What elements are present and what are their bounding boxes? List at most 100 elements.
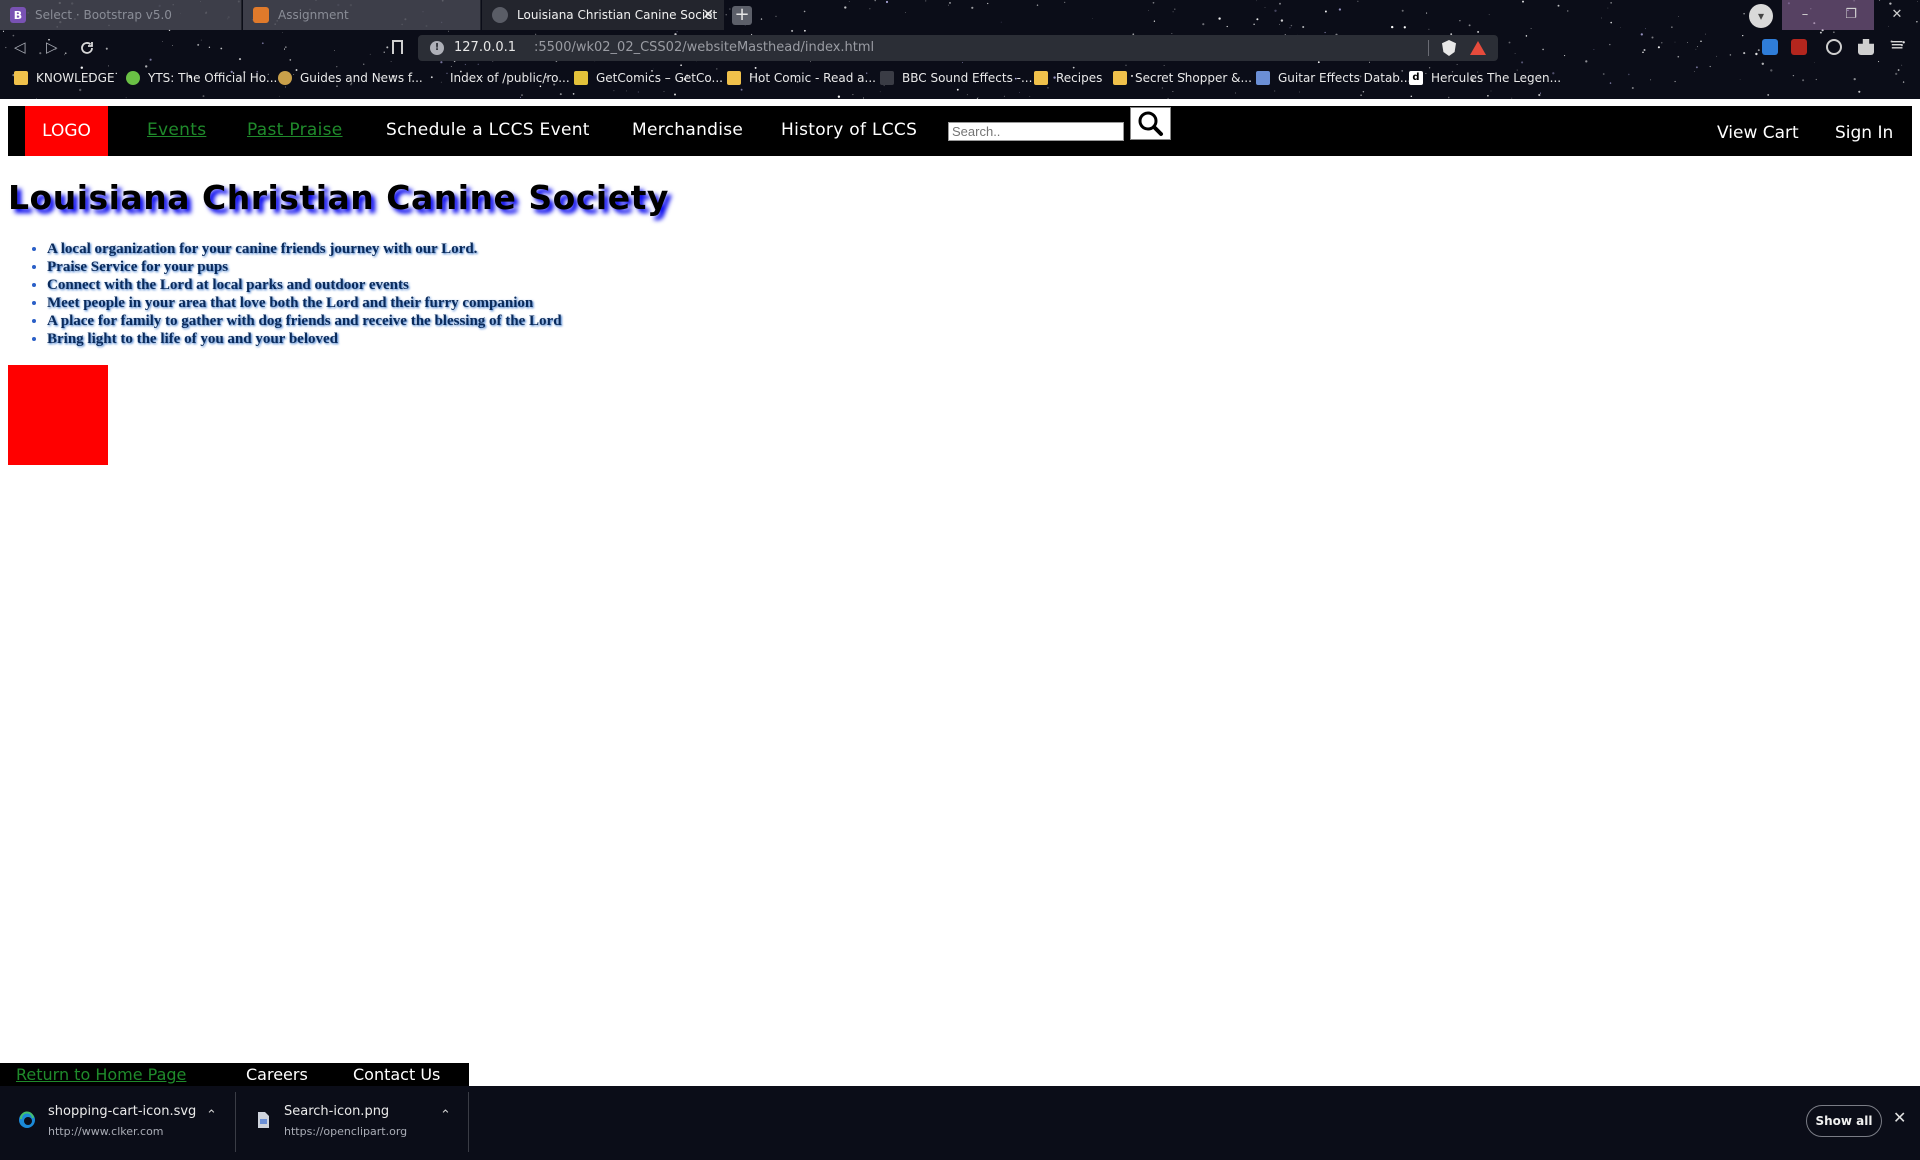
address-bar[interactable]: ! 127.0.0.1 :5500/wk02_02_CSS02/websiteM… [418, 35, 1498, 61]
nav-schedule-event[interactable]: Schedule a LCCS Event [386, 120, 590, 140]
show-all-button[interactable]: Show all [1806, 1105, 1882, 1137]
nav-past-praise[interactable]: Past Praise [247, 120, 343, 140]
star [1607, 7, 1609, 9]
star [1643, 48, 1646, 52]
search-button[interactable] [1130, 107, 1171, 140]
star [1468, 24, 1471, 27]
bookmark-recipes[interactable]: Recipes [1034, 71, 1102, 85]
bookmark-yts[interactable]: YTS: The Official Ho... [126, 71, 277, 85]
s-extension-icon[interactable] [1791, 39, 1807, 55]
bookmark-index[interactable]: Index of /public/ro... [450, 71, 570, 85]
translate-extension-icon[interactable] [1762, 39, 1778, 55]
star [1642, 51, 1644, 53]
react-devtools-icon[interactable] [1826, 39, 1842, 55]
star [1357, 0, 1359, 2]
bookmark-bbc[interactable]: BBC Sound Effects -... [880, 71, 1032, 85]
chevron-up-icon[interactable]: ⌃ [440, 1108, 451, 1123]
star [1651, 36, 1654, 39]
bookmark-secret-shopper[interactable]: Secret Shopper &... [1113, 71, 1252, 85]
menu-icon[interactable]: ≡ [1890, 35, 1904, 55]
star [1264, 7, 1266, 8]
bookmark-hercules[interactable]: d Hercules The Legen... [1409, 71, 1561, 85]
star [202, 95, 205, 98]
star [284, 46, 287, 49]
sign-in-link[interactable]: Sign In [1835, 123, 1893, 143]
star [1317, 61, 1320, 64]
feature-list: A local organization for your canine fri… [47, 240, 562, 348]
view-cart-link[interactable]: View Cart [1717, 123, 1799, 143]
maximize-button[interactable]: ❐ [1828, 0, 1874, 30]
tab-bootstrap-select[interactable]: B Select · Bootstrap v5.0 [0, 0, 242, 30]
site-logo[interactable]: LOGO [25, 106, 108, 156]
back-icon[interactable]: ◁ [14, 38, 26, 56]
bookmark-icon[interactable] [392, 40, 403, 54]
star [1508, 41, 1511, 44]
bookmark-guides[interactable]: Guides and News f... [278, 71, 423, 85]
forward-icon[interactable]: ▷ [46, 38, 58, 56]
star [64, 52, 67, 55]
footer-home-link[interactable]: Return to Home Page [16, 1065, 186, 1084]
star [238, 58, 242, 61]
bookmark-getcomics[interactable]: GetComics – GetCo... [574, 71, 723, 85]
star [1064, 1, 1066, 3]
tab-lccs[interactable]: Louisiana Christian Canine Societ ✕ [482, 0, 724, 30]
hot-comic-icon [727, 71, 741, 85]
profile-button[interactable]: ▾ [1749, 4, 1773, 28]
star [477, 63, 479, 65]
chevron-up-icon[interactable]: ⌃ [206, 1108, 217, 1123]
star [1674, 41, 1676, 43]
list-item: Meet people in your area that love both … [47, 294, 562, 312]
edge-icon [19, 1111, 35, 1128]
star [200, 39, 202, 41]
star [386, 46, 389, 49]
site-footer: Return to Home Page Careers Contact Us [0, 1063, 469, 1086]
window-close-button[interactable]: ✕ [1874, 0, 1920, 30]
tab-close-icon[interactable]: ✕ [702, 7, 714, 23]
bookmark-hot-comic[interactable]: Hot Comic - Read a... [727, 71, 876, 85]
nav-merchandise[interactable]: Merchandise [632, 120, 743, 140]
getcomics-icon [574, 71, 588, 85]
footer-careers-link[interactable]: Careers [246, 1065, 308, 1084]
star [905, 12, 906, 13]
nav-history[interactable]: History of LCCS [781, 120, 917, 140]
star [852, 94, 854, 96]
brave-shields-icon[interactable] [1442, 40, 1456, 56]
star [197, 43, 200, 46]
bookmark-knowledge[interactable]: KNOWLEDGE [14, 71, 115, 85]
nav-events[interactable]: Events [147, 120, 206, 140]
star [1401, 9, 1404, 12]
star [279, 95, 281, 97]
star [448, 30, 450, 32]
close-icon[interactable]: ✕ [1893, 1108, 1906, 1127]
star [5, 46, 7, 49]
search-input[interactable] [948, 122, 1124, 141]
star [962, 62, 963, 64]
folder-icon [1034, 71, 1048, 85]
reload-icon[interactable] [79, 40, 95, 56]
minimize-button[interactable]: – [1782, 0, 1828, 30]
url-host: 127.0.0.1 [454, 40, 517, 55]
star [1567, 10, 1569, 12]
star [1403, 26, 1406, 29]
address-divider [1428, 40, 1429, 56]
download-item[interactable]: shopping-cart-icon.svg http://www.clker.… [0, 1096, 230, 1150]
folder-icon [1113, 71, 1127, 85]
assignment-icon [253, 7, 269, 23]
star [1148, 10, 1149, 11]
star [1447, 96, 1450, 99]
star [12, 34, 15, 37]
tab-assignment[interactable]: Assignment [243, 0, 481, 30]
star [559, 93, 562, 96]
site-info-icon[interactable]: ! [430, 41, 444, 55]
download-item[interactable]: Search-icon.png https://openclipart.org … [236, 1096, 466, 1150]
star [1511, 97, 1513, 99]
star [1459, 20, 1461, 22]
star [1610, 21, 1612, 24]
star [1279, 2, 1281, 5]
bookmark-guitar-effects[interactable]: Guitar Effects Datab... [1256, 71, 1411, 85]
star [760, 18, 763, 20]
star [1610, 2, 1612, 4]
brave-rewards-icon[interactable] [1470, 41, 1486, 55]
new-tab-button[interactable]: + [732, 6, 752, 25]
footer-contact-link[interactable]: Contact Us [353, 1065, 440, 1084]
